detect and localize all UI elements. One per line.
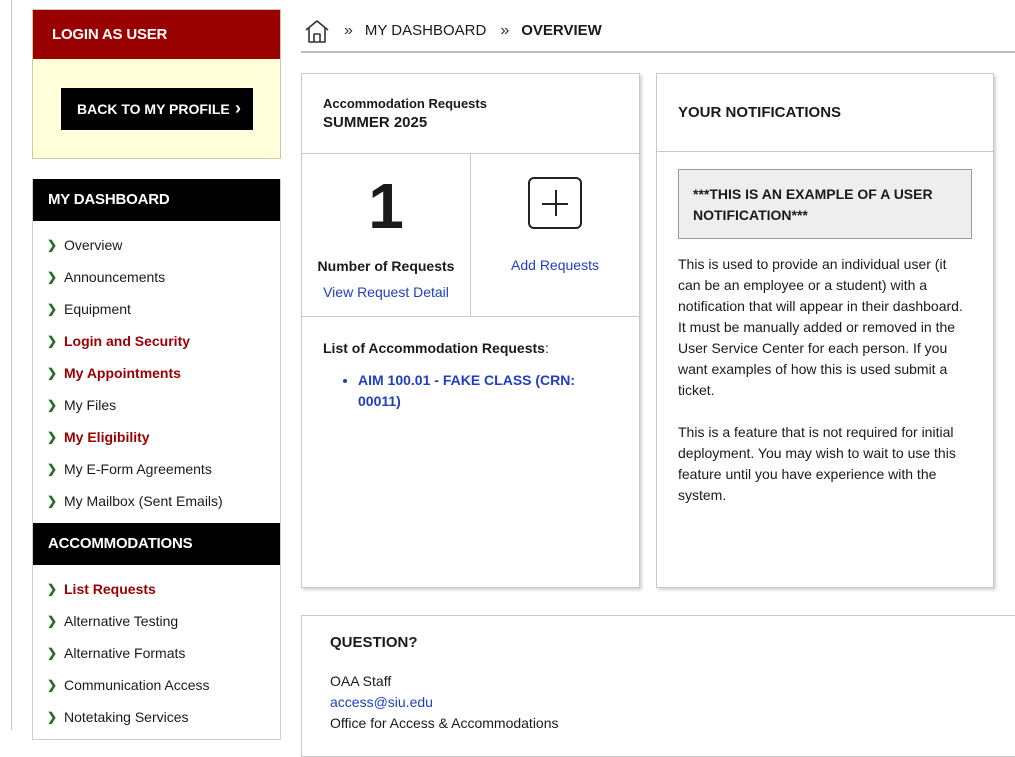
sidebar-item-login-security[interactable]: ❯ Login and Security — [33, 325, 280, 357]
view-request-detail-link[interactable]: View Request Detail — [302, 284, 470, 300]
breadcrumb-my-dashboard[interactable]: MY DASHBOARD — [365, 22, 486, 39]
request-list-item[interactable]: AIM 100.01 - FAKE CLASS (CRN: 00011) — [358, 370, 588, 412]
dashboard-nav: MY DASHBOARD ❯ Overview ❯ Announcements ❯ E… — [32, 179, 281, 740]
add-requests-panel: Add Requests — [471, 154, 639, 316]
request-list-title-colon: : — [544, 340, 549, 356]
accommodations-nav-list: ❯ List Requests ❯ Alternative Testing ❯ Alt… — [33, 565, 280, 739]
sidebar-item-eform-agreements[interactable]: ❯ My E-Form Agreements — [33, 453, 280, 485]
sidebar-item-notetaking-services[interactable]: ❯ Notetaking Services — [33, 701, 280, 733]
chevron-right-icon: ❯ — [47, 270, 58, 284]
chevron-right-icon: ❯ — [47, 398, 58, 412]
question-title: QUESTION? — [330, 634, 418, 651]
sidebar-item-equipment[interactable]: ❯ Equipment — [33, 293, 280, 325]
add-requests-link[interactable]: Add Requests — [471, 257, 639, 273]
sidebar-item-my-files[interactable]: ❯ My Files — [33, 389, 280, 421]
chevron-right-icon: ❯ — [47, 494, 58, 508]
add-requests-plus-icon[interactable] — [528, 177, 582, 229]
breadcrumb-separator-icon: » — [500, 21, 510, 39]
sidebar-item-communication-access[interactable]: ❯ Communication Access — [33, 669, 280, 701]
sidebar-item-label: My E-Form Agreements — [64, 461, 212, 477]
sidebar-item-label: Overview — [64, 237, 123, 253]
sidebar-item-label: My Mailbox (Sent Emails) — [64, 493, 223, 509]
notifications-title: YOUR NOTIFICATIONS — [657, 74, 993, 152]
request-count: 1 — [368, 170, 404, 242]
breadcrumb-current: OVERVIEW — [521, 22, 602, 39]
accommodation-requests-card: Accommodation Requests SUMMER 2025 1 Num… — [301, 73, 640, 588]
sidebar-item-alternative-testing[interactable]: ❯ Alternative Testing — [33, 605, 280, 637]
chevron-right-icon: › — [235, 98, 241, 118]
sidebar-item-my-eligibility[interactable]: ❯ My Eligibility — [33, 421, 280, 453]
chevron-right-icon: ❯ — [47, 678, 58, 692]
sidebar-item-label: Alternative Formats — [64, 645, 186, 661]
contact-office: Office for Access & Accommodations — [330, 715, 559, 731]
accommodation-card-subtitle: Accommodation Requests — [323, 96, 487, 111]
chevron-right-icon: ❯ — [47, 710, 58, 724]
accommodation-term: SUMMER 2025 — [323, 114, 428, 131]
page-left-border — [11, 0, 12, 730]
notification-example-box: ***THIS IS AN EXAMPLE OF A USER NOTIFICA… — [678, 169, 972, 239]
question-card: QUESTION? OAA Staff access@siu.edu Offic… — [301, 615, 1015, 757]
sidebar-item-label: Communication Access — [64, 677, 210, 693]
chevron-right-icon: ❯ — [47, 238, 58, 252]
sidebar-item-label: My Appointments — [64, 365, 181, 381]
request-list: AIM 100.01 - FAKE CLASS (CRN: 00011) — [323, 370, 639, 412]
breadcrumb: » MY DASHBOARD » OVERVIEW — [301, 10, 1015, 53]
contact-staff: OAA Staff — [330, 673, 392, 689]
chevron-right-icon: ❯ — [47, 302, 58, 316]
home-icon[interactable] — [304, 18, 330, 44]
sidebar-item-my-mailbox[interactable]: ❯ My Mailbox (Sent Emails) — [33, 485, 280, 517]
sidebar-item-list-requests[interactable]: ❯ List Requests — [33, 573, 280, 605]
notification-paragraph: This is used to provide an individual us… — [678, 256, 963, 398]
request-list-title-text: List of Accommodation Requests — [323, 340, 545, 356]
dashboard-nav-list: ❯ Overview ❯ Announcements ❯ Equipment ❯ Log… — [33, 221, 280, 523]
contact-email-link[interactable]: access@siu.edu — [330, 692, 1015, 713]
accommodation-stats: 1 Number of Requests View Request Detail… — [302, 154, 639, 317]
chevron-right-icon: ❯ — [47, 614, 58, 628]
notifications-card: YOUR NOTIFICATIONS ***THIS IS AN EXAMPLE… — [656, 73, 994, 588]
accommodation-card-header: Accommodation Requests SUMMER 2025 — [302, 74, 639, 154]
dashboard-heading: MY DASHBOARD — [33, 179, 280, 221]
login-as-user-panel: LOGIN AS USER BACK TO MY PROFILE › — [32, 9, 281, 159]
accommodations-heading: ACCOMMODATIONS — [33, 523, 280, 565]
sidebar-item-label: Equipment — [64, 301, 131, 317]
back-to-profile-label: BACK TO MY PROFILE — [77, 101, 230, 117]
sidebar-item-overview[interactable]: ❯ Overview — [33, 229, 280, 261]
back-to-profile-button[interactable]: BACK TO MY PROFILE › — [61, 88, 253, 130]
chevron-right-icon: ❯ — [47, 462, 58, 476]
breadcrumb-separator-icon: » — [344, 21, 353, 39]
sidebar-item-label: Announcements — [64, 269, 166, 285]
notification-paragraph: This is a feature that is not required f… — [678, 424, 956, 503]
sidebar: LOGIN AS USER BACK TO MY PROFILE › MY DA… — [32, 9, 281, 740]
sidebar-item-announcements[interactable]: ❯ Announcements — [33, 261, 280, 293]
sidebar-item-label: Login and Security — [64, 333, 191, 349]
sidebar-item-label: My Eligibility — [64, 429, 150, 445]
request-count-label: Number of Requests — [317, 258, 455, 274]
chevron-right-icon: ❯ — [47, 646, 58, 660]
sidebar-item-label: My Files — [64, 397, 117, 413]
chevron-right-icon: ❯ — [47, 430, 58, 444]
sidebar-item-alternative-formats[interactable]: ❯ Alternative Formats — [33, 637, 280, 669]
chevron-right-icon: ❯ — [47, 366, 58, 380]
sidebar-item-label: List Requests — [64, 581, 156, 597]
request-count-panel: 1 Number of Requests View Request Detail — [302, 154, 471, 316]
chevron-right-icon: ❯ — [47, 334, 58, 348]
sidebar-item-label: Notetaking Services — [64, 709, 189, 725]
notification-body: This is used to provide an individual us… — [678, 254, 972, 506]
sidebar-item-my-appointments[interactable]: ❯ My Appointments — [33, 357, 280, 389]
question-contact: OAA Staff access@siu.edu Office for Acce… — [302, 651, 1015, 734]
request-list-title: List of Accommodation Requests: — [323, 340, 639, 356]
chevron-right-icon: ❯ — [47, 582, 58, 596]
request-list-area: List of Accommodation Requests: AIM 100.… — [302, 317, 639, 412]
login-panel-body: BACK TO MY PROFILE › — [33, 59, 280, 158]
sidebar-item-label: Alternative Testing — [64, 613, 179, 629]
login-as-user-title: LOGIN AS USER — [33, 10, 280, 59]
